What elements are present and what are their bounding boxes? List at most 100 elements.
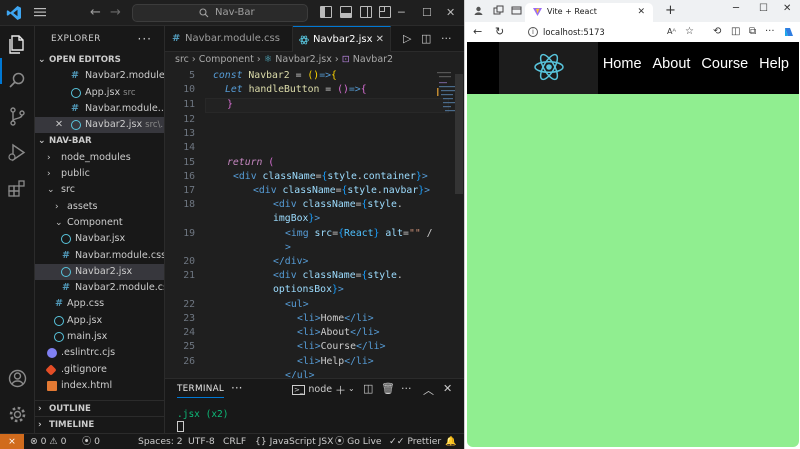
more-panels-icon[interactable]: ··· <box>231 381 242 395</box>
run-icon[interactable]: ▷ <box>403 32 411 45</box>
timeline-section[interactable]: › TIMELINE <box>35 416 165 432</box>
language-status[interactable]: {} JavaScript JSX <box>255 434 333 449</box>
maximize-panel-icon[interactable]: ︿ <box>423 382 434 398</box>
explorer-icon[interactable] <box>7 34 28 55</box>
minimize-icon[interactable]: ─ <box>398 6 405 19</box>
close-panel-icon[interactable]: ✕ <box>443 382 452 395</box>
open-editor-item-active[interactable]: ✕ Navbar2.jsxsrc\... <box>35 117 164 134</box>
chevron-down-icon[interactable]: ⌄ <box>348 384 355 393</box>
toggle-sidebar-icon[interactable] <box>320 6 332 18</box>
toggle-panel-icon[interactable] <box>340 6 352 18</box>
tree-item[interactable]: › assets <box>35 199 164 215</box>
close-icon[interactable]: ✕ <box>446 6 455 19</box>
breadcrumb-item[interactable]: src <box>175 54 189 65</box>
open-editors-section[interactable]: ⌄ OPEN EDITORS <box>35 52 164 68</box>
customize-layout-icon[interactable] <box>379 6 391 18</box>
problems-indicator[interactable]: ⊗ 0 ⚠ 0 <box>30 434 66 449</box>
tree-item[interactable]: .eslintrc.cjs <box>35 345 164 361</box>
react-logo-icon[interactable] <box>533 52 565 82</box>
source-control-icon[interactable] <box>7 106 28 127</box>
tab-navbar-module-css[interactable]: # Navbar.module.css <box>165 26 293 52</box>
more-actions-icon[interactable]: ··· <box>441 32 452 45</box>
open-editor-item[interactable]: App.jsx src <box>35 85 164 101</box>
tree-item-selected[interactable]: Navbar2.jsx <box>35 263 164 281</box>
new-tab-icon[interactable]: + <box>665 3 676 18</box>
remote-icon[interactable]: ⨯ <box>0 434 24 449</box>
split-editor-icon[interactable]: ◫ <box>421 32 431 45</box>
address-bar[interactable]: i localhost:5173 Aᴬ ☆ <box>521 24 699 40</box>
prettier-status[interactable]: ✓✓ Prettier <box>389 434 441 449</box>
breadcrumb-item[interactable]: Navbar2 <box>353 54 393 65</box>
tree-item[interactable]: ⌄ Component <box>35 215 164 231</box>
open-editor-item[interactable]: # Navbar.module.... <box>35 101 164 117</box>
split-terminal-icon[interactable]: ◫ <box>363 382 373 395</box>
tree-item[interactable]: .gitignore <box>35 362 164 378</box>
ports-indicator[interactable]: ⦿ 0 <box>82 434 100 449</box>
breadcrumb-item[interactable]: Navbar2.jsx <box>275 54 332 65</box>
command-center-search[interactable]: Nav-Bar <box>132 4 308 22</box>
search-icon[interactable] <box>7 70 28 91</box>
editor-scrollbar[interactable] <box>455 74 463 194</box>
profile-icon[interactable] <box>473 5 484 16</box>
minimap[interactable] <box>435 68 457 378</box>
maximize-icon[interactable]: ☐ <box>422 6 432 19</box>
toggle-secondary-sidebar-icon[interactable] <box>360 6 372 18</box>
nav-item-home[interactable]: Home <box>603 56 642 72</box>
open-editor-item[interactable]: # Navbar2.module... <box>35 68 164 84</box>
tree-item[interactable]: # App.css <box>35 296 164 312</box>
run-debug-icon[interactable] <box>7 142 28 163</box>
project-section[interactable]: ⌄ NAV-BAR <box>35 133 164 149</box>
favorite-star-icon[interactable]: ☆ <box>685 24 694 40</box>
tree-item[interactable]: # Navbar2.module.css <box>35 280 164 296</box>
accounts-icon[interactable] <box>7 368 28 389</box>
indentation-status[interactable]: Spaces: 2 <box>138 434 183 449</box>
tree-item[interactable]: › public <box>35 166 164 182</box>
hamburger-menu-icon[interactable] <box>33 5 47 19</box>
forward-arrow-icon[interactable]: → <box>110 5 121 20</box>
back-arrow-icon[interactable]: ← <box>473 25 482 38</box>
tree-item[interactable]: App.jsx <box>35 313 164 329</box>
copilot-icon[interactable] <box>783 26 795 38</box>
collections-icon[interactable]: ⧉ <box>749 26 756 37</box>
nav-item-help[interactable]: Help <box>759 56 789 72</box>
tree-item[interactable]: Navbar.jsx <box>35 231 164 247</box>
tab-navbar2-jsx[interactable]: Navbar2.jsx ✕ <box>293 26 391 52</box>
terminal-selector[interactable]: >_ node <box>292 384 332 395</box>
tab-terminal[interactable]: TERMINAL <box>177 384 225 398</box>
close-editor-icon[interactable]: ✕ <box>55 117 63 133</box>
more-actions-icon[interactable]: ··· <box>138 26 152 52</box>
maximize-icon[interactable]: ☐ <box>759 3 768 14</box>
tree-item[interactable]: › node_modules <box>35 150 164 166</box>
go-live-button[interactable]: ⦿ Go Live <box>335 434 382 449</box>
workspaces-icon[interactable] <box>493 5 504 16</box>
trash-icon[interactable]: 🗑 <box>381 382 395 395</box>
encoding-status[interactable]: UTF-8 <box>188 434 215 449</box>
browser-tab-active[interactable]: Vite + React ✕ <box>525 3 653 22</box>
close-tab-icon[interactable]: ✕ <box>376 27 384 53</box>
tree-item[interactable]: main.jsx <box>35 329 164 345</box>
tab-actions-icon[interactable] <box>511 5 522 16</box>
close-icon[interactable]: ✕ <box>783 3 791 14</box>
tree-item[interactable]: ⌄ src <box>35 182 164 198</box>
notifications-bell-icon[interactable]: 🔔 <box>445 434 456 449</box>
eol-status[interactable]: CRLF <box>223 434 246 449</box>
split-screen-icon[interactable]: ◫ <box>731 26 740 37</box>
close-tab-icon[interactable]: ✕ <box>637 3 645 21</box>
new-terminal-icon[interactable]: ＋ <box>335 382 346 398</box>
refresh-icon[interactable]: ↻ <box>495 25 504 38</box>
settings-gear-icon[interactable] <box>7 404 28 425</box>
back-arrow-icon[interactable]: ← <box>90 5 101 20</box>
more-actions-icon[interactable]: ··· <box>401 382 412 395</box>
nav-item-about[interactable]: About <box>653 56 691 72</box>
more-options-icon[interactable]: ··· <box>765 26 775 37</box>
nav-item-course[interactable]: Course <box>701 56 748 72</box>
code-editor[interactable]: 5 10 11 12 13 14 15 16 17 18 19 20 21 22 23 24 25 26 cons… <box>165 68 464 378</box>
minimize-icon[interactable]: ─ <box>733 3 739 14</box>
tree-item[interactable]: # Navbar.module.css <box>35 248 164 264</box>
site-info-icon[interactable]: i <box>528 27 538 37</box>
read-aloud-icon[interactable]: Aᴬ <box>667 24 676 40</box>
breadcrumb-item[interactable]: Component <box>199 54 254 65</box>
tree-item[interactable]: index.html <box>35 378 164 394</box>
outline-section[interactable]: › OUTLINE <box>35 400 165 416</box>
browser-extension-icon[interactable]: ⟲ <box>713 26 721 37</box>
